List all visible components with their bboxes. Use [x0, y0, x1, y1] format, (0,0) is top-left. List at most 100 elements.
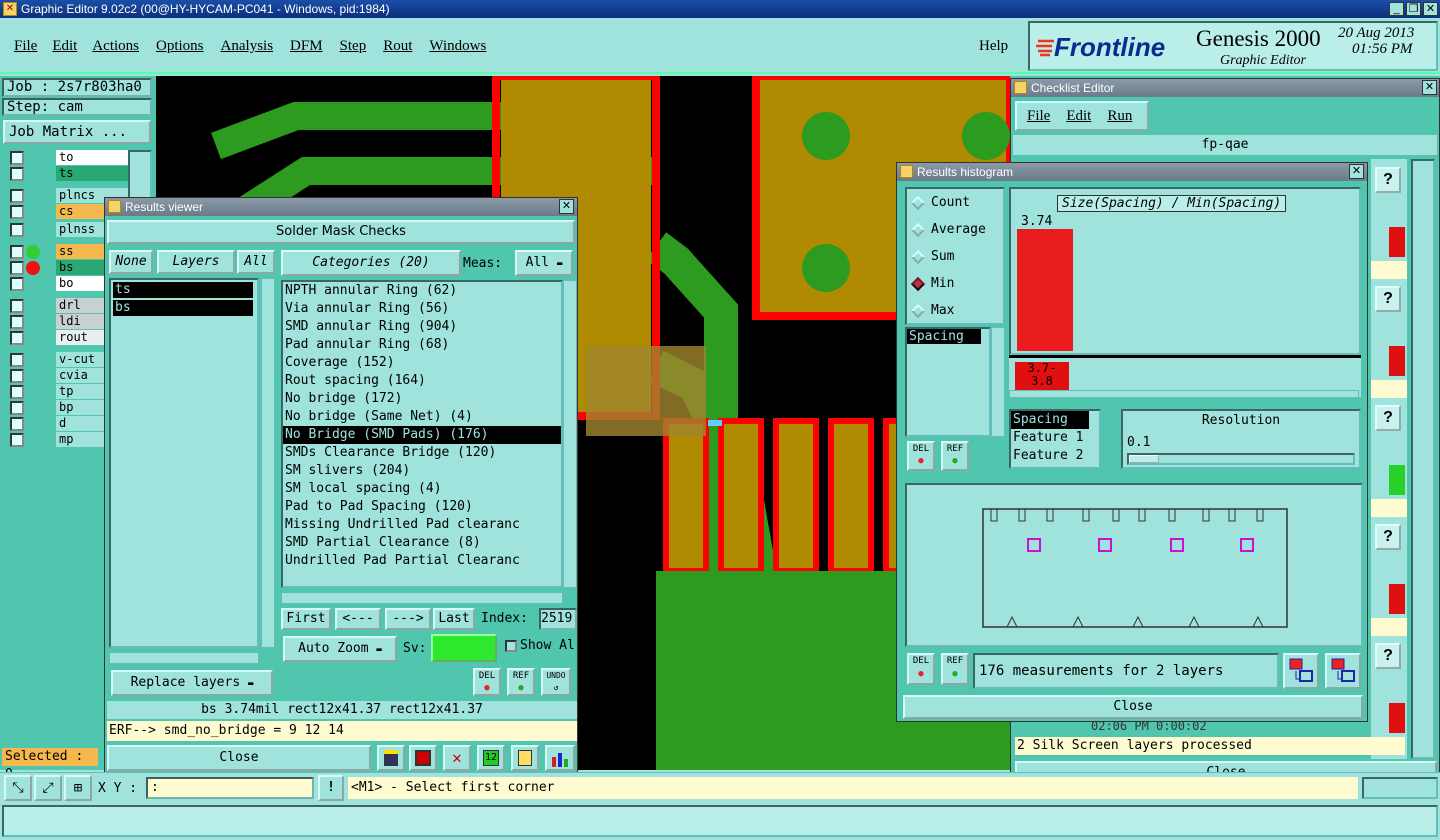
layer-checkbox[interactable] — [10, 189, 24, 203]
layer-checkbox[interactable] — [10, 315, 24, 329]
radio-icon[interactable] — [910, 276, 926, 291]
layer-checkbox[interactable] — [10, 369, 24, 383]
del-button[interactable]: DEL ● — [473, 668, 501, 696]
tool-icon-1[interactable] — [377, 745, 405, 771]
job-matrix-button[interactable]: Job Matrix ... — [3, 120, 151, 144]
export-chart-icon-1[interactable] — [1283, 653, 1319, 689]
menu-edit[interactable]: Edit — [52, 38, 77, 55]
tool-icon-5[interactable] — [511, 745, 539, 771]
menu-file[interactable]: File — [14, 38, 37, 55]
menu-analysis[interactable]: Analysis — [221, 38, 274, 55]
range-scrollbar[interactable] — [1009, 390, 1359, 398]
ref-button[interactable]: REF ● — [507, 668, 535, 696]
menu-actions[interactable]: Actions — [92, 38, 139, 55]
last-button[interactable]: Last — [433, 608, 475, 630]
layer-checkbox[interactable] — [10, 223, 24, 237]
bar-chart-icon[interactable] — [545, 745, 575, 771]
alert-icon[interactable]: ! — [318, 775, 344, 801]
category-scrollbar[interactable] — [563, 280, 577, 588]
histogram-del-button-top[interactable]: DEL ● — [907, 441, 935, 471]
command-line[interactable] — [2, 805, 1438, 837]
radio-icon[interactable] — [910, 195, 926, 210]
category-hscroll[interactable] — [281, 592, 563, 604]
layer-name[interactable]: to — [56, 150, 138, 165]
layer-checkbox[interactable] — [10, 299, 24, 313]
layer-checkbox[interactable] — [10, 433, 24, 447]
layer-checkbox[interactable] — [10, 151, 24, 165]
prev-button[interactable]: <--- — [335, 608, 381, 630]
sv-color-select[interactable] — [431, 634, 497, 662]
option-sum[interactable]: Sum — [907, 243, 1003, 270]
menu-options[interactable]: Options — [156, 38, 204, 55]
option-max[interactable]: Max — [907, 297, 1003, 324]
category-item[interactable]: Undrilled Pad Partial Clearanc — [283, 552, 561, 570]
category-item[interactable]: Missing Undrilled Pad clearanc — [283, 516, 561, 534]
category-item[interactable]: Coverage (152) — [283, 354, 561, 372]
categories-button[interactable]: Categories (20) — [281, 250, 461, 276]
menu-dfm[interactable]: DFM — [290, 38, 323, 55]
category-item[interactable]: SMDs Clearance Bridge (120) — [283, 444, 561, 462]
category-item[interactable]: No bridge (Same Net) (4) — [283, 408, 561, 426]
measure-item-spacing[interactable]: Spacing — [907, 329, 981, 344]
all-layers-button[interactable]: All — [237, 250, 275, 274]
undo-button[interactable]: UNDO ↺ — [541, 668, 571, 696]
measure-scrollbar[interactable] — [991, 327, 1005, 437]
histogram-ref-button-top[interactable]: REF ● — [941, 441, 969, 471]
xy-input[interactable]: : — [146, 777, 314, 799]
layer-checkbox[interactable] — [10, 261, 24, 275]
layer-list-item-bs[interactable]: bs — [113, 300, 253, 316]
layer-checkbox[interactable] — [10, 353, 24, 367]
help-button-4[interactable]: ? — [1375, 524, 1401, 550]
maximize-button[interactable]: ❐ — [1406, 2, 1421, 16]
checklist-editor-close-icon[interactable]: ✕ — [1422, 80, 1437, 95]
none-button[interactable]: None — [109, 250, 153, 274]
results-viewer-close-icon[interactable]: ✕ — [559, 199, 574, 214]
menu-help[interactable]: Help — [979, 38, 1008, 55]
menu-windows[interactable]: Windows — [429, 38, 486, 55]
layers-button[interactable]: Layers — [157, 250, 235, 274]
option-min[interactable]: Min — [907, 270, 1003, 297]
first-button[interactable]: First — [281, 608, 331, 630]
category-item[interactable]: No bridge (172) — [283, 390, 561, 408]
layer-list-hscroll[interactable] — [109, 652, 259, 664]
resolution-slider-thumb[interactable] — [1129, 455, 1159, 463]
checklist-menu-run[interactable]: Run — [1107, 108, 1132, 125]
tool-icon-2[interactable] — [409, 745, 437, 771]
menu-rout[interactable]: Rout — [383, 38, 412, 55]
axis-item-feature-1[interactable]: Feature 1 — [1011, 429, 1099, 447]
histogram-bar[interactable] — [1017, 229, 1073, 351]
layer-checkbox[interactable] — [10, 401, 24, 415]
option-average[interactable]: Average — [907, 216, 1003, 243]
results-viewer-close-button[interactable]: Close — [107, 745, 371, 771]
layer-checkbox[interactable] — [10, 417, 24, 431]
layer-checkbox[interactable] — [10, 277, 24, 291]
histogram-del-button[interactable]: DEL ● — [907, 653, 935, 685]
category-item[interactable]: NPTH annular Ring (62) — [283, 282, 561, 300]
category-item[interactable]: No Bridge (SMD Pads) (176) — [283, 426, 561, 444]
layer-name[interactable]: ts — [56, 166, 138, 181]
layer-checkbox[interactable] — [10, 167, 24, 181]
category-item[interactable]: SM local spacing (4) — [283, 480, 561, 498]
histogram-close-button[interactable]: Close — [903, 695, 1363, 719]
checklist-scrollbar[interactable] — [1411, 159, 1435, 759]
layer-checkbox[interactable] — [10, 205, 24, 219]
category-item[interactable]: SMD annular Ring (904) — [283, 318, 561, 336]
radio-icon[interactable] — [910, 303, 926, 318]
layer-list-item-ts[interactable]: ts — [113, 282, 253, 298]
checklist-menu-edit[interactable]: Edit — [1066, 108, 1091, 125]
layer-checkbox[interactable] — [10, 245, 24, 259]
menu-step[interactable]: Step — [340, 38, 367, 55]
tool-icon-3[interactable]: ✕ — [443, 745, 471, 771]
checklist-menu-file[interactable]: File — [1027, 108, 1050, 125]
show-all-checkbox[interactable] — [505, 640, 517, 652]
axis-item-spacing[interactable]: Spacing — [1011, 411, 1089, 429]
layer-list-scrollbar[interactable] — [261, 278, 275, 648]
close-window-button[interactable]: ✕ — [1423, 2, 1438, 16]
axis-item-feature-2[interactable]: Feature 2 — [1011, 447, 1099, 465]
export-chart-icon-2[interactable] — [1325, 653, 1361, 689]
next-button[interactable]: ---> — [385, 608, 431, 630]
category-item[interactable]: Pad annular Ring (68) — [283, 336, 561, 354]
index-input[interactable]: 2519 — [539, 608, 577, 630]
histogram-ref-button[interactable]: REF ● — [941, 653, 969, 685]
help-button-3[interactable]: ? — [1375, 405, 1401, 431]
